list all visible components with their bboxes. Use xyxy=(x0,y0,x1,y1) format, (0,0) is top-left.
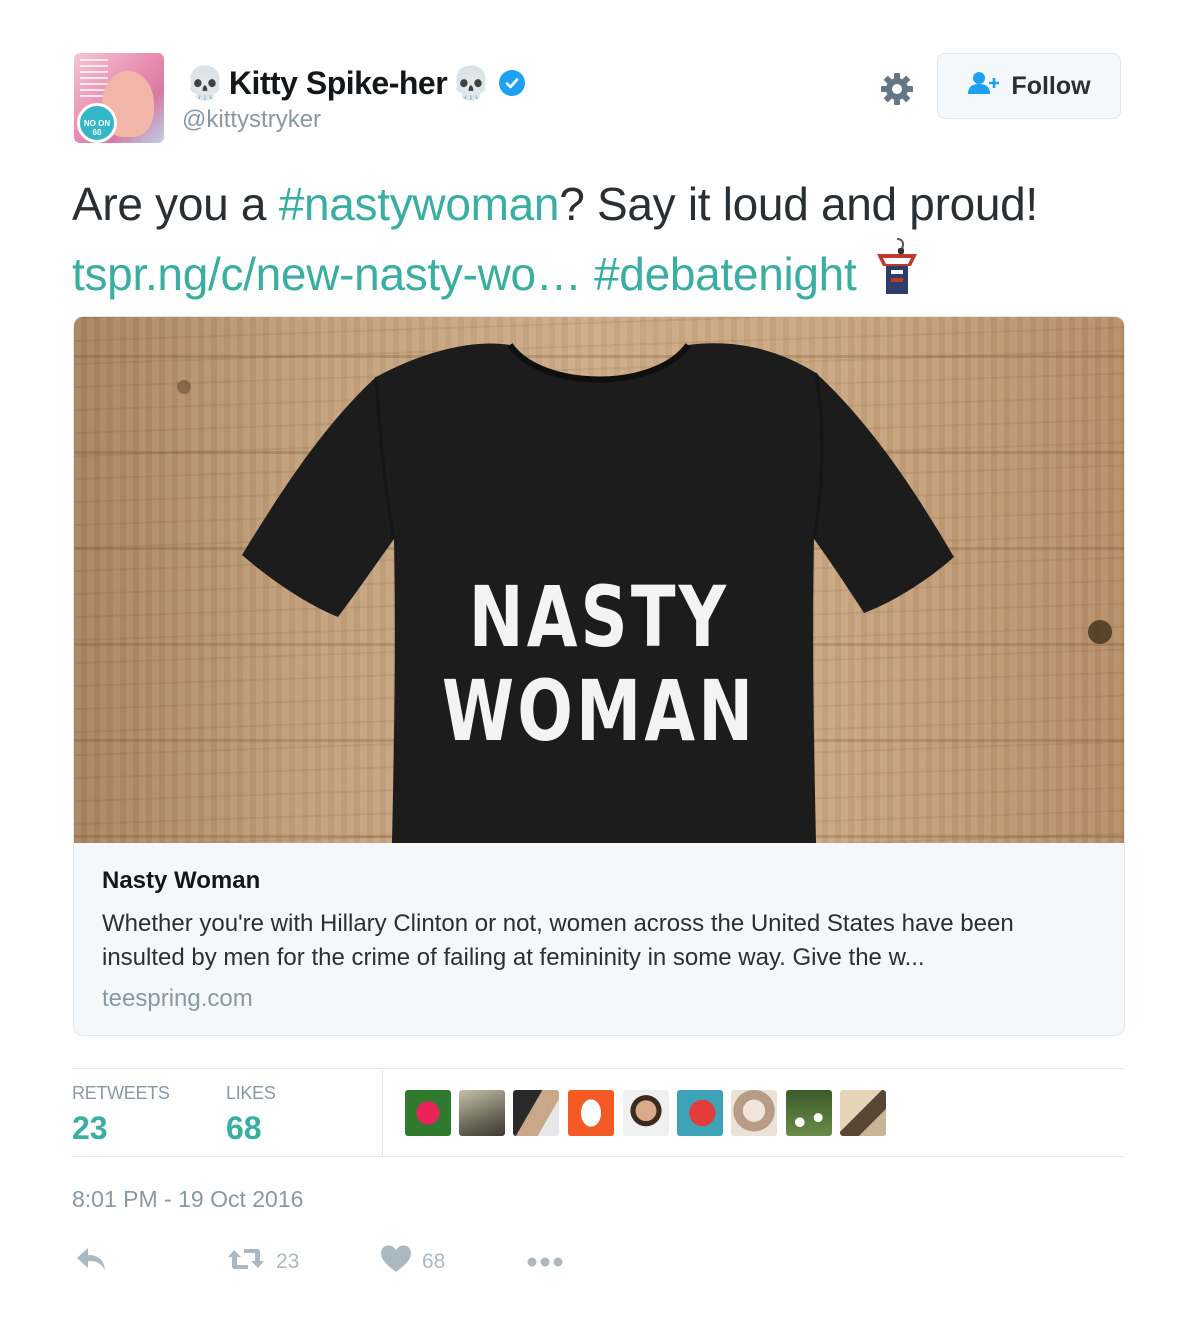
shirt-text-line: NASTY xyxy=(468,568,730,666)
avatar-sign: NO ON 60 xyxy=(77,103,117,143)
hashtag-link[interactable]: #debatenight xyxy=(594,248,857,300)
skull-emoji-icon: 💀 xyxy=(185,65,225,101)
url-link[interactable]: tspr.ng/c/new-nasty-wo… xyxy=(72,248,582,300)
tweet-text: Are you a #nastywoman? Say it loud and p… xyxy=(72,172,1152,312)
liker-avatar[interactable] xyxy=(568,1090,614,1136)
skull-emoji-icon: 💀 xyxy=(451,65,492,101)
hashtag-link[interactable]: #nastywoman xyxy=(279,178,560,230)
podium-icon xyxy=(875,236,919,312)
liker-avatar[interactable] xyxy=(623,1090,669,1136)
divider xyxy=(73,1068,1125,1069)
shirt-text-line: WOMAN xyxy=(441,662,757,760)
tweet-text-segment: ? Say it loud and proud! xyxy=(559,178,1038,230)
heart-icon xyxy=(380,1244,412,1280)
reply-button[interactable] xyxy=(74,1244,108,1280)
card-image[interactable]: NASTY WOMAN xyxy=(74,317,1124,843)
liker-avatar[interactable] xyxy=(731,1090,777,1136)
link-preview-card[interactable]: NASTY WOMAN Nasty Woman Whether you're w… xyxy=(73,316,1125,1036)
retweets-label: RETWEETS xyxy=(72,1083,170,1103)
avatar[interactable]: NO ON 60 xyxy=(74,53,164,143)
liker-avatar[interactable] xyxy=(786,1090,832,1136)
tweet-text-segment: Are you a xyxy=(72,178,279,230)
retweets-count: 23 xyxy=(72,1110,108,1146)
user-handle[interactable]: @kittystryker xyxy=(182,106,321,134)
like-count: 68 xyxy=(422,1250,446,1273)
liker-avatar[interactable] xyxy=(840,1090,886,1136)
stats-separator xyxy=(382,1070,383,1156)
like-button[interactable]: 68 xyxy=(380,1244,445,1280)
retweets-stat[interactable]: RETWEETS 23 xyxy=(72,1083,170,1147)
likes-count: 68 xyxy=(226,1110,262,1146)
retweet-icon xyxy=(226,1244,266,1280)
liker-avatar[interactable] xyxy=(459,1090,505,1136)
avatar-sign-text: NO ON 60 xyxy=(83,119,111,137)
card-title: Nasty Woman xyxy=(102,867,261,894)
retweet-button[interactable]: 23 xyxy=(226,1244,299,1280)
more-icon xyxy=(526,1250,564,1274)
tweet-timestamp[interactable]: 8:01 PM - 19 Oct 2016 xyxy=(72,1186,303,1213)
card-domain: teespring.com xyxy=(102,985,253,1012)
liker-avatar[interactable] xyxy=(513,1090,559,1136)
display-name-row[interactable]: 💀 Kitty Spike-her 💀 xyxy=(185,58,526,108)
divider xyxy=(73,1156,1125,1157)
retweet-count: 23 xyxy=(276,1250,300,1273)
verified-icon xyxy=(499,70,526,96)
follow-button[interactable]: Follow xyxy=(937,53,1121,119)
display-name[interactable]: Kitty Spike-her xyxy=(229,65,448,102)
follow-person-icon xyxy=(967,70,1001,103)
likes-stat[interactable]: LIKES 68 xyxy=(226,1083,276,1147)
likes-label: LIKES xyxy=(226,1083,276,1103)
liker-avatar[interactable] xyxy=(677,1090,723,1136)
follow-label: Follow xyxy=(1011,71,1091,100)
reply-icon xyxy=(74,1244,108,1280)
gear-icon[interactable] xyxy=(878,70,916,108)
more-button[interactable] xyxy=(526,1244,564,1280)
liker-avatar[interactable] xyxy=(405,1090,451,1136)
card-description: Whether you're with Hillary Clinton or n… xyxy=(102,910,1014,971)
